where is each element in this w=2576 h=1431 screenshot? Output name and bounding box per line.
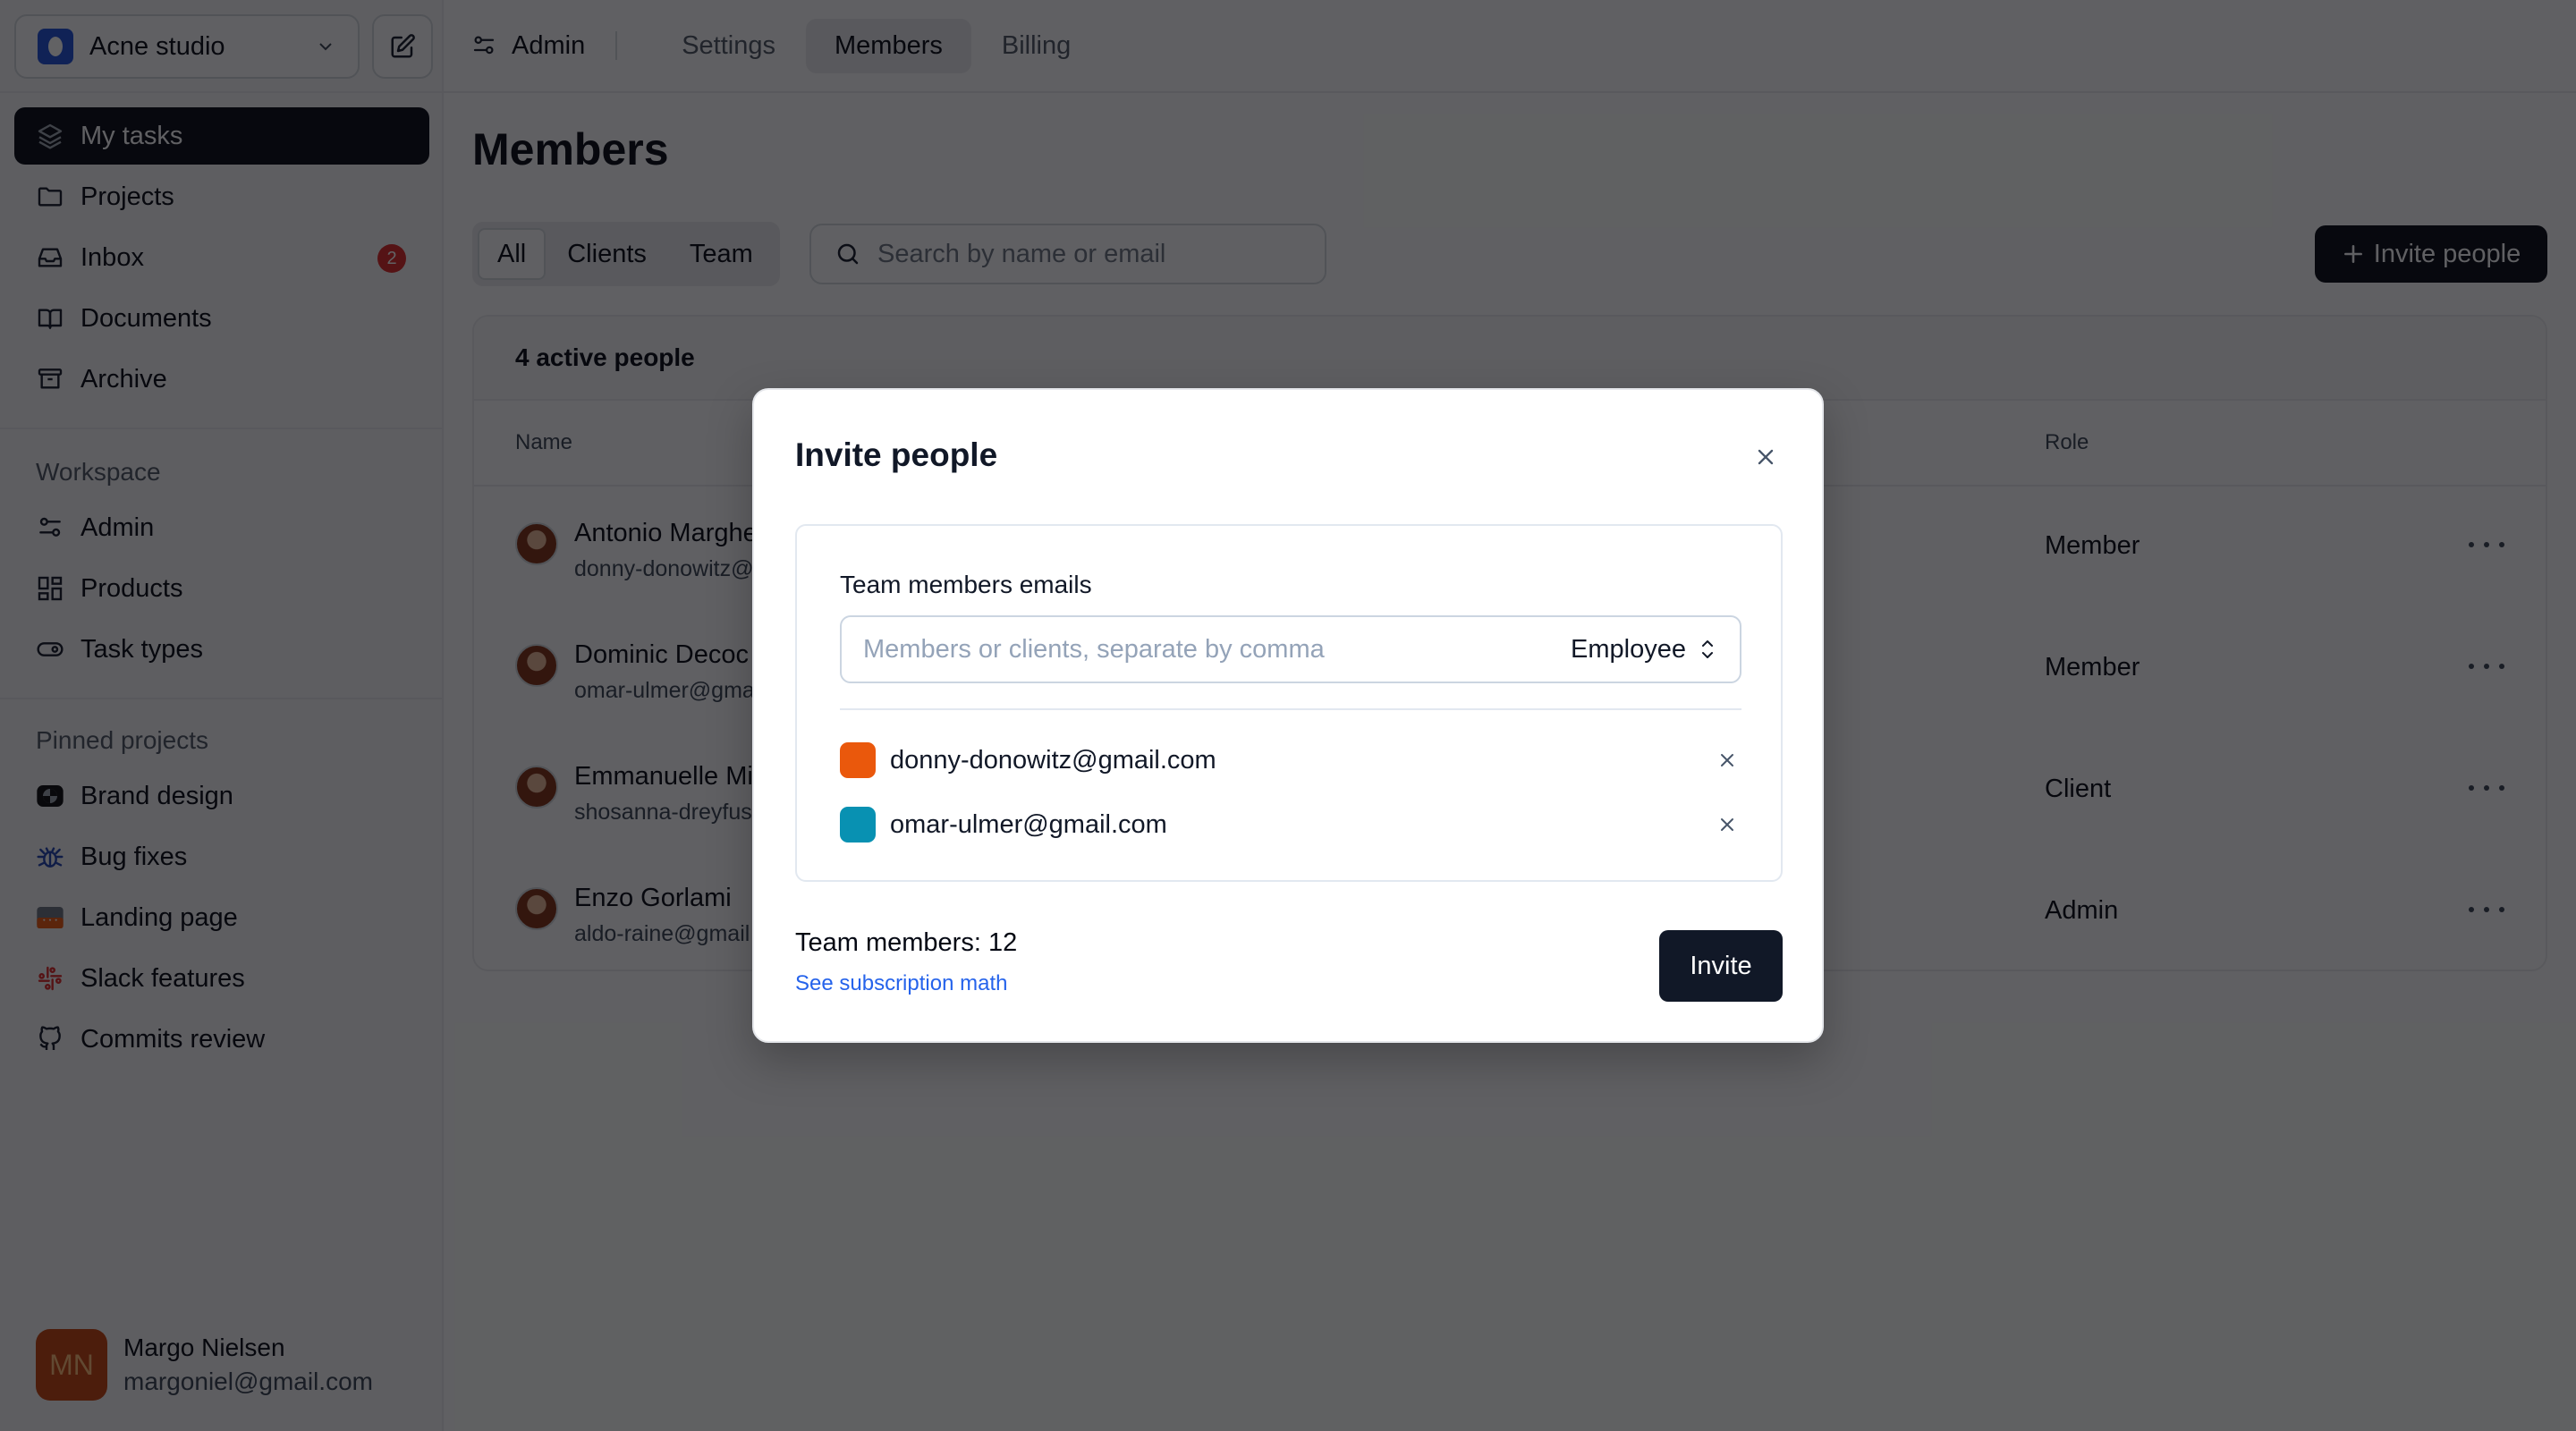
remove-invitee-button[interactable] (1713, 746, 1741, 775)
invitee-email: donny-donowitz@gmail.com (890, 745, 1216, 775)
chevron-up-down-icon (1702, 640, 1713, 658)
role-select[interactable]: Employee (1571, 635, 1718, 665)
field-label: Team members emails (840, 571, 1092, 598)
close-icon (1758, 449, 1774, 465)
invitee-email: omar-ulmer@gmail.com (890, 809, 1167, 839)
divider (840, 708, 1741, 710)
close-icon (1721, 754, 1733, 766)
invitee-item: omar-ulmer@gmail.com (840, 805, 1741, 844)
role-select-value: Employee (1571, 634, 1686, 664)
invitee-color-swatch (840, 807, 876, 843)
invite-form-card: Team members emails Employee donny-donow… (795, 524, 1783, 882)
close-button[interactable] (1750, 442, 1781, 472)
emails-input[interactable] (863, 634, 1572, 665)
team-members-count: Team members: 12 (795, 928, 1018, 957)
invitee-item: donny-donowitz@gmail.com (840, 741, 1741, 780)
close-icon (1721, 818, 1733, 831)
invite-people-modal: Invite people Team members emails Employ… (752, 388, 1824, 1043)
modal-title: Invite people (795, 436, 998, 473)
remove-invitee-button[interactable] (1713, 810, 1741, 839)
invitee-color-swatch (840, 742, 876, 778)
subscription-math-link[interactable]: See subscription math (795, 971, 1007, 996)
invite-button[interactable]: Invite (1659, 930, 1783, 1002)
emails-field: Employee (840, 615, 1741, 683)
